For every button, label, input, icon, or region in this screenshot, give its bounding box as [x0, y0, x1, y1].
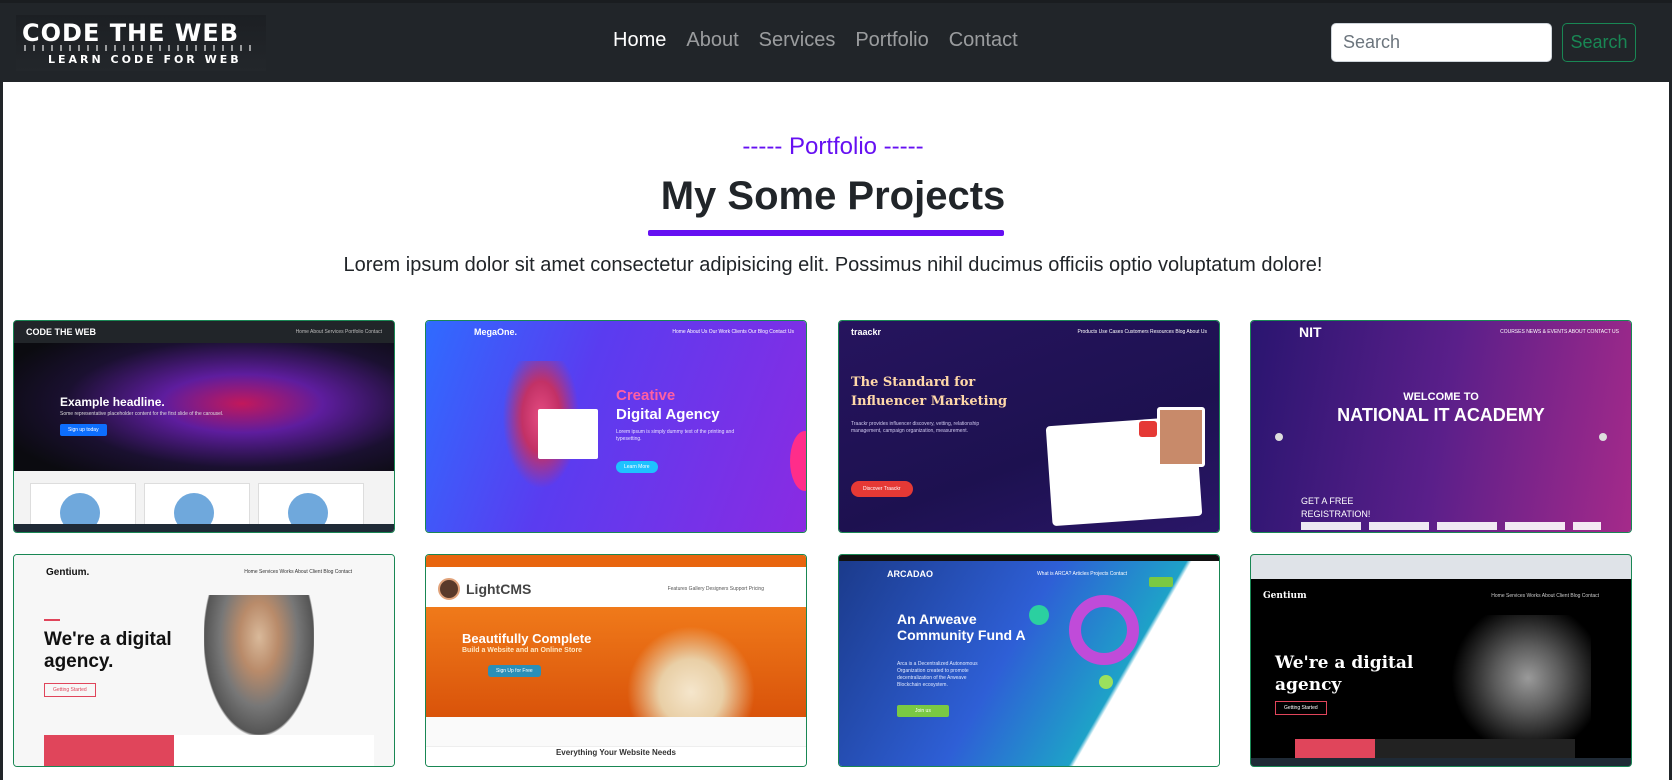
project-menu: What is ARCA? Articles Projects Contact	[1036, 571, 1127, 577]
nav-link-home[interactable]: Home	[603, 29, 676, 52]
project-headline: Example headline.	[60, 395, 165, 409]
project-logo: CODE THE WEB	[26, 327, 97, 337]
project-screenshot: Gentium. Home Services Works About Clien…	[14, 555, 394, 766]
brand-subtitle: LEARN CODE FOR WEB	[48, 53, 242, 66]
project-screenshot: NIT COURSES NEWS & EVENTS ABOUT CONTACT …	[1251, 321, 1631, 532]
project-card-1[interactable]: CODE THE WEB Home About Services Portfol…	[13, 320, 395, 533]
section-description: Lorem ipsum dolor sit amet consectetur a…	[343, 254, 1323, 276]
project-headline: The Standard for	[851, 375, 976, 390]
project-text: Lorem ipsum is simply dummy text of the …	[616, 429, 735, 442]
project-headline: WELCOME TO	[1403, 391, 1479, 403]
main-nav: Home About Services Portfolio Contact	[603, 29, 1028, 52]
project-card-3[interactable]: traackr Products Use Cases Customers Res…	[838, 320, 1220, 533]
project-headline-2: Influencer Marketing	[851, 394, 1008, 409]
project-screenshot: CODE THE WEB Home About Services Portfol…	[14, 321, 394, 532]
project-menu: Products Use Cases Customers Resources B…	[1077, 329, 1208, 335]
project-card-6[interactable]: LightCMS Features Gallery Designers Supp…	[425, 554, 807, 767]
nav-link-services[interactable]: Services	[749, 29, 846, 52]
section-tag: ----- Portfolio -----	[742, 133, 924, 160]
project-text: Arca is a Decentralized Autonomous Organ…	[897, 661, 978, 688]
project-logo: NIT	[1299, 324, 1322, 340]
nav-link-portfolio[interactable]: Portfolio	[845, 29, 938, 52]
project-headline: Creative	[616, 387, 676, 404]
project-headline: We're a digital	[44, 629, 172, 650]
project-headline-2: agency	[1275, 675, 1342, 695]
project-text: Some representative placeholder content …	[60, 411, 224, 417]
project-menu: Home About Services Portfolio Contact	[295, 329, 382, 335]
project-card-5[interactable]: Gentium. Home Services Works About Clien…	[13, 554, 395, 767]
project-menu: Home Services Works About Client Blog Co…	[1491, 593, 1599, 599]
project-card-7[interactable]: ARCADAO What is ARCA? Articles Projects …	[838, 554, 1220, 767]
project-logo: ARCADAO	[887, 569, 933, 579]
project-button: Sign up today	[60, 424, 107, 436]
project-headline: An Arweave	[897, 611, 977, 627]
search-input[interactable]	[1331, 23, 1552, 62]
project-text: Traackr provides influencer discovery, v…	[851, 421, 980, 434]
project-headline: We're a digital	[1275, 653, 1414, 673]
project-button: Getting Started	[1275, 701, 1327, 715]
brand-drip-decoration	[24, 45, 254, 51]
project-screenshot: traackr Products Use Cases Customers Res…	[839, 321, 1219, 532]
project-button: Learn More	[616, 461, 658, 473]
project-button: Discover Traackr	[851, 481, 913, 497]
project-headline: Beautifully Complete	[462, 631, 592, 646]
project-button: Sign Up for Free	[488, 665, 541, 677]
search-button[interactable]: Search	[1562, 23, 1636, 62]
brand-title: CODE THE WEB	[22, 19, 240, 47]
nav-link-about[interactable]: About	[676, 29, 748, 52]
project-headline-2: agency.	[44, 651, 114, 672]
project-menu: COURSES NEWS & EVENTS ABOUT CONTACT US	[1500, 329, 1619, 335]
project-headline-2: NATIONAL IT ACADEMY	[1337, 405, 1545, 425]
project-logo: LightCMS	[466, 581, 532, 597]
navbar: CODE THE WEB LEARN CODE FOR WEB Home Abo…	[0, 0, 1672, 82]
project-screenshot: LightCMS Features Gallery Designers Supp…	[426, 555, 806, 766]
title-underline	[648, 230, 1004, 236]
project-headline-2: Community Fund A	[897, 627, 1026, 643]
project-menu: Home Services Works About Client Blog Co…	[244, 569, 352, 575]
project-screenshot: ARCADAO What is ARCA? Articles Projects …	[839, 555, 1219, 766]
project-logo: MegaOne.	[474, 327, 518, 337]
project-card-8[interactable]: Gentium Home Services Works About Client…	[1250, 554, 1632, 767]
project-headline-2: Digital Agency	[616, 406, 720, 423]
project-logo: Gentium	[1263, 591, 1307, 601]
brand-logo[interactable]: CODE THE WEB LEARN CODE FOR WEB	[16, 15, 266, 71]
project-screenshot: Gentium Home Services Works About Client…	[1251, 555, 1631, 766]
project-headline-2: Build a Website and an Online Store	[462, 647, 583, 654]
nav-link-contact[interactable]: Contact	[939, 29, 1028, 52]
project-text: Everything Your Website Needs	[555, 748, 677, 757]
project-button: Join us	[897, 705, 949, 717]
project-logo: traackr	[851, 327, 882, 337]
project-logo: Gentium.	[46, 566, 90, 578]
page-title: My Some Projects	[660, 174, 1006, 218]
project-card-2[interactable]: MegaOne. Home About Us Our Work Clients …	[425, 320, 807, 533]
project-menu: Features Gallery Designers Support Prici…	[667, 586, 764, 592]
project-card-4[interactable]: NIT COURSES NEWS & EVENTS ABOUT CONTACT …	[1250, 320, 1632, 533]
project-button: Getting Started	[44, 683, 96, 697]
project-menu: Home About Us Our Work Clients Our Blog …	[672, 329, 794, 335]
project-text: GET A FREE REGISTRATION!	[1301, 496, 1371, 519]
project-screenshot: MegaOne. Home About Us Our Work Clients …	[426, 321, 806, 532]
